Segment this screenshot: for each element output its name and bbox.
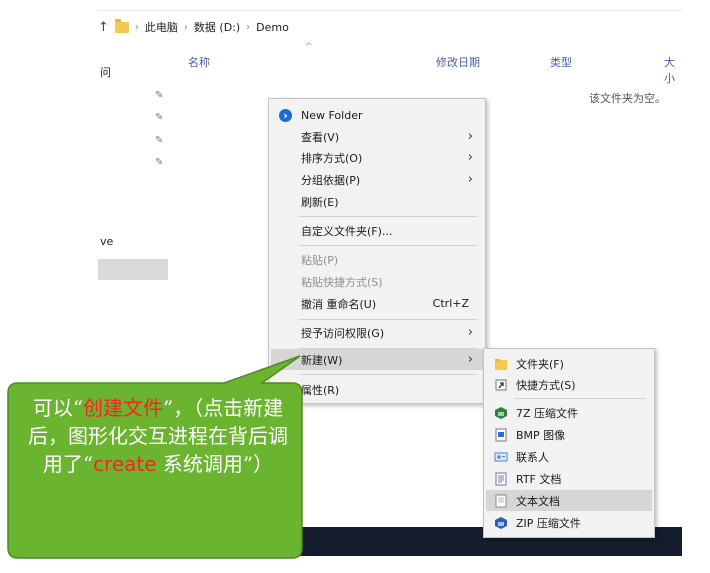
- callout-text-part1: 可以“: [32, 396, 83, 420]
- callout-highlight-create: create: [93, 452, 157, 476]
- callout-bubble: [7, 355, 303, 559]
- callout-text-part3: 系统调用”）: [156, 452, 274, 476]
- callout-text: 可以“创建文件”，（点击新建后，图形化交互进程在背后调用了“create 系统调…: [22, 394, 294, 478]
- callout-highlight-create-file: 创建文件: [83, 396, 163, 420]
